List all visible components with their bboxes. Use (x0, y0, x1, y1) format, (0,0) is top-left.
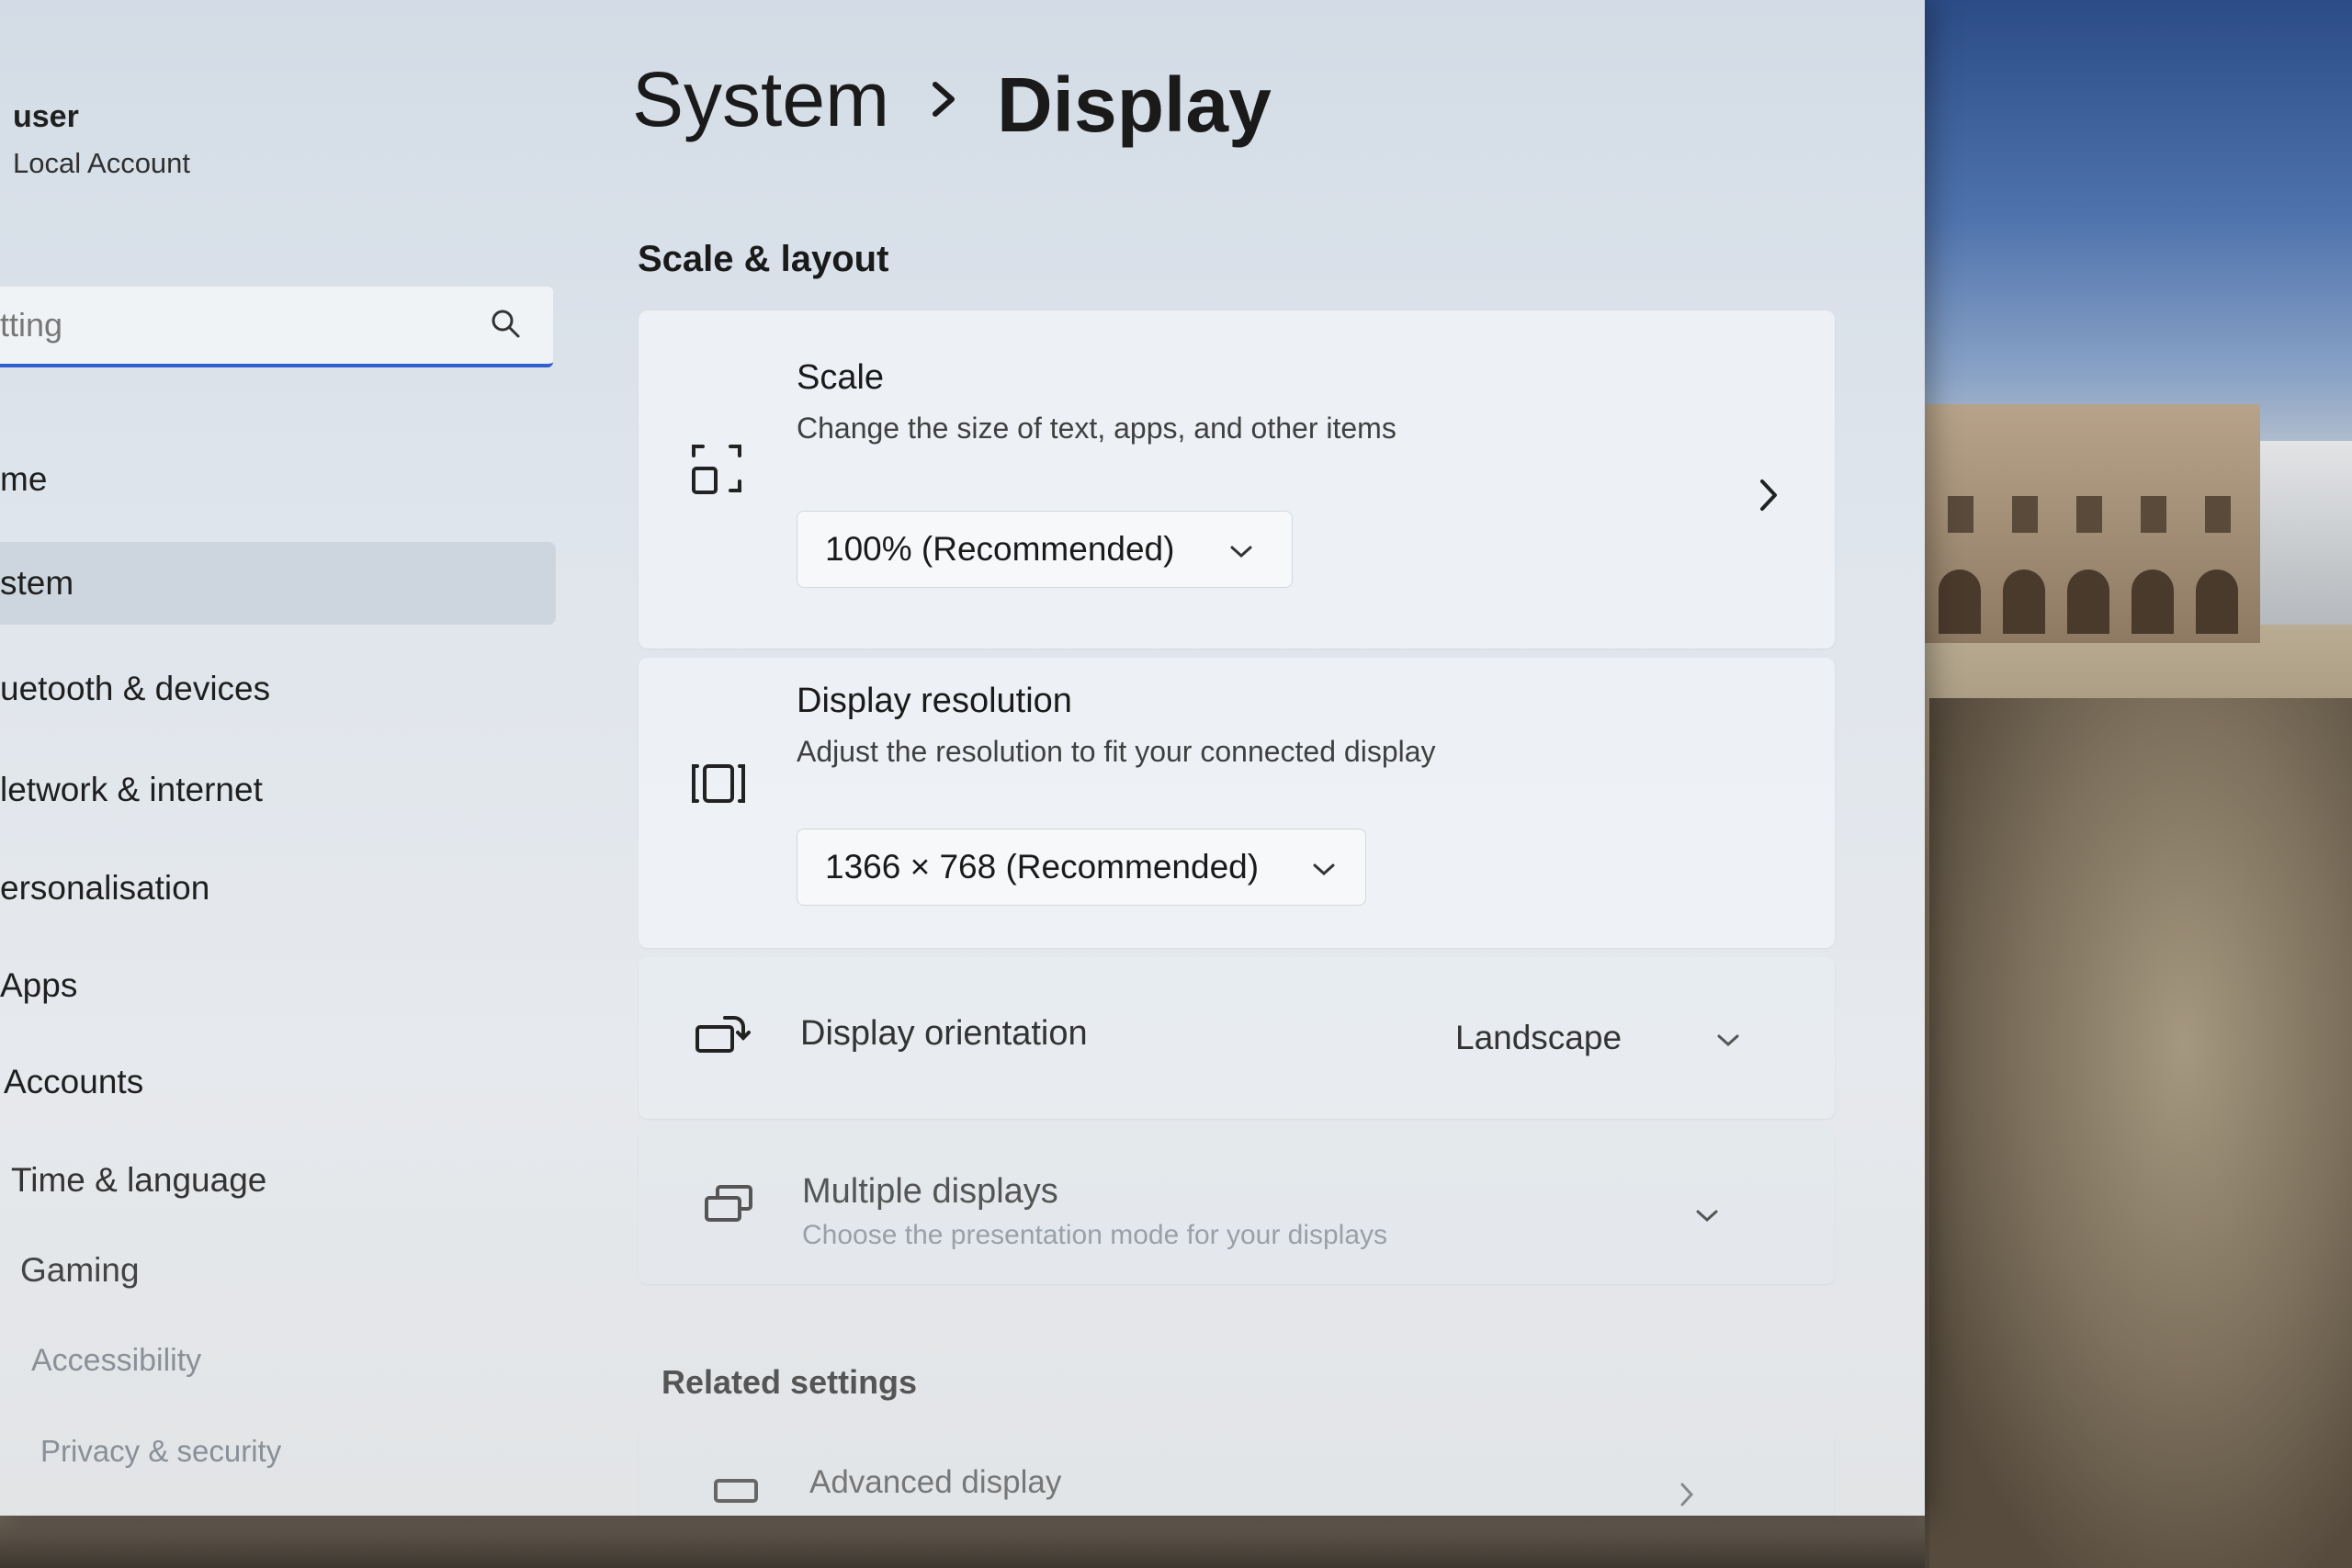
wallpaper-window (1948, 496, 1973, 533)
orientation-dropdown[interactable]: Landscape (1447, 999, 1759, 1077)
user-name: user (13, 99, 79, 134)
wallpaper-cliff (1929, 698, 2352, 1568)
sidebar-item-label: Accounts (4, 1063, 144, 1100)
sidebar-item-label: stem (0, 564, 74, 602)
search-icon[interactable] (489, 307, 522, 340)
wallpaper-window (2205, 496, 2231, 533)
sidebar-item-network[interactable]: letwork & internet (0, 749, 556, 831)
orientation-card: Display orientation Landscape (639, 957, 1835, 1119)
sidebar-item-label: ersonalisation (0, 869, 210, 907)
taskbar-edge (0, 1516, 1925, 1568)
settings-window: user Local Account me stem uetooth & dev… (0, 0, 1925, 1516)
chevron-down-icon (1717, 1034, 1739, 1047)
wallpaper-town (2260, 441, 2352, 625)
sidebar-item-label: uetooth & devices (0, 670, 271, 707)
advanced-display-title: Advanced display (809, 1464, 1062, 1500)
sidebar-item-label: letwork & internet (0, 771, 263, 808)
wallpaper-arch (2132, 570, 2174, 634)
resolution-dropdown[interactable]: 1366 × 768 (Recommended) (797, 829, 1366, 906)
resolution-dropdown-value: 1366 × 768 (Recommended) (825, 848, 1260, 886)
resolution-card: Display resolution Adjust the resolution… (639, 658, 1835, 948)
chevron-down-icon (1230, 546, 1252, 558)
sidebar-item-accessibility[interactable]: Accessibility (31, 1319, 587, 1402)
scale-icon (692, 445, 741, 494)
chevron-right-icon (1680, 1483, 1694, 1506)
sidebar-item-label: me (0, 460, 48, 498)
user-account-type: Local Account (13, 147, 191, 179)
page-title: Display (997, 62, 1272, 148)
wallpaper-window (2141, 496, 2166, 533)
wallpaper-arch (1939, 570, 1981, 634)
resolution-description: Adjust the resolution to fit your connec… (797, 735, 1436, 768)
orientation-dropdown-value: Landscape (1455, 1019, 1623, 1056)
sidebar-item-label: Accessibility (31, 1343, 202, 1378)
sidebar-item-gaming[interactable]: Gaming (20, 1229, 576, 1312)
rotate-display-icon (695, 1016, 751, 1053)
wallpaper-window (2076, 496, 2102, 533)
wallpaper-arch (2067, 570, 2109, 634)
multiple-displays-description: Choose the presentation mode for your di… (802, 1220, 1388, 1250)
sidebar-item-label: Gaming (20, 1251, 140, 1289)
scale-description: Change the size of text, apps, and other… (797, 412, 1396, 445)
scale-title: Scale (797, 358, 885, 397)
chevron-right-icon[interactable] (1755, 476, 1782, 514)
section-heading-related-settings: Related settings (662, 1363, 918, 1401)
sidebar-item-bluetooth[interactable]: uetooth & devices (0, 648, 556, 730)
wallpaper-window (2012, 496, 2038, 533)
multiple-displays-icon (705, 1185, 752, 1222)
sidebar-item-home[interactable]: me (0, 438, 556, 521)
sidebar-item-label: Apps (0, 966, 78, 1004)
sidebar-item-time-language[interactable]: Time & language (11, 1139, 567, 1222)
sidebar-item-accounts[interactable]: Accounts (4, 1041, 560, 1123)
chevron-down-icon[interactable] (1695, 1209, 1719, 1224)
multiple-displays-title: Multiple displays (802, 1172, 1058, 1211)
advanced-display-card[interactable]: Advanced display (639, 1429, 1835, 1516)
sidebar-item-personalisation[interactable]: ersonalisation (0, 847, 556, 930)
breadcrumb-parent[interactable]: System (632, 55, 889, 144)
chevron-right-icon (933, 82, 955, 117)
scale-card[interactable]: Scale Change the size of text, apps, and… (639, 310, 1835, 649)
sidebar-item-system[interactable]: stem (0, 542, 556, 625)
search-box[interactable] (0, 287, 553, 367)
orientation-title: Display orientation (800, 1014, 1088, 1053)
monitor-icon (714, 1479, 758, 1503)
scale-dropdown[interactable]: 100% (Recommended) (797, 511, 1293, 588)
chevron-down-icon (1313, 863, 1335, 876)
sidebar-item-label: Privacy & security (40, 1434, 282, 1468)
resolution-icon (692, 764, 745, 803)
section-heading-scale-layout: Scale & layout (638, 239, 889, 279)
sidebar-item-label: Time & language (11, 1161, 267, 1199)
scale-dropdown-value: 100% (Recommended) (825, 530, 1175, 568)
sidebar-item-privacy-security[interactable]: Privacy & security (40, 1410, 596, 1493)
desktop-wallpaper (1911, 0, 2352, 1568)
search-input[interactable] (0, 287, 459, 364)
multiple-displays-card[interactable]: Multiple displays Choose the presentatio… (639, 1128, 1835, 1284)
wallpaper-arch (2196, 570, 2238, 634)
resolution-title: Display resolution (797, 682, 1072, 720)
wallpaper-arch (2003, 570, 2045, 634)
sidebar-item-apps[interactable]: Apps (0, 944, 556, 1027)
